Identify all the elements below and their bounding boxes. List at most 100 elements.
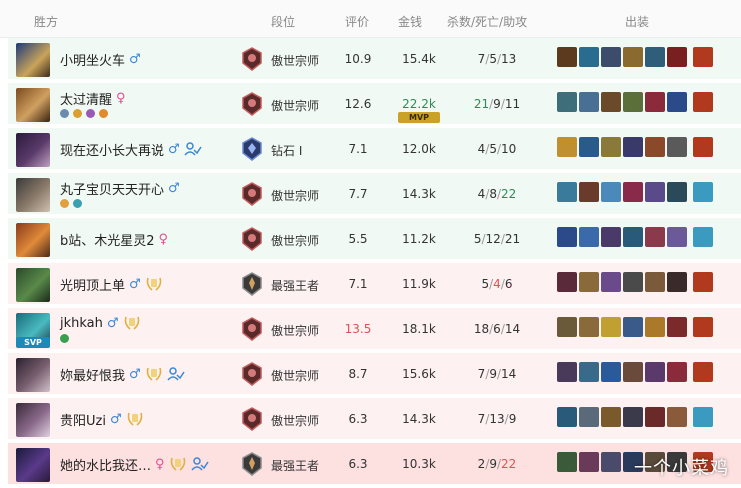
champion-avatar[interactable] — [16, 133, 50, 167]
champion-avatar[interactable] — [16, 403, 50, 437]
item-icon[interactable] — [579, 227, 599, 247]
challenger-emblem-icon — [242, 272, 262, 296]
item-icon[interactable] — [645, 182, 665, 202]
player-name[interactable]: 小明坐火车 — [60, 50, 125, 69]
item-icon[interactable] — [579, 92, 599, 112]
item-icon[interactable] — [557, 92, 577, 112]
champion-avatar[interactable] — [16, 178, 50, 212]
assists-value: 13 — [501, 52, 517, 66]
item-icon[interactable] — [601, 452, 621, 472]
item-icon[interactable] — [557, 452, 577, 472]
item-icon[interactable] — [623, 137, 643, 157]
item-icon[interactable] — [579, 182, 599, 202]
item-icon[interactable] — [557, 182, 577, 202]
item-icon[interactable] — [601, 317, 621, 337]
item-icon[interactable] — [579, 272, 599, 292]
player-name[interactable]: 她的水比我还… — [60, 455, 151, 474]
item-icon[interactable] — [645, 407, 665, 427]
player-row[interactable]: 丸子宝贝天天开心 ♂ 傲世宗师 7.7 14.3k 4/8/22 — [8, 173, 741, 216]
player-name[interactable]: 妳最好恨我 — [60, 365, 125, 384]
player-name[interactable]: 贵阳Uzi — [60, 410, 106, 429]
item-icon[interactable] — [645, 362, 665, 382]
item-icon[interactable] — [623, 47, 643, 67]
item-icon[interactable] — [667, 317, 687, 337]
player-name[interactable]: b站、木光星灵2 — [60, 230, 155, 249]
item-icon[interactable] — [623, 362, 643, 382]
item-icon[interactable] — [557, 317, 577, 337]
item-icon[interactable] — [667, 407, 687, 427]
item-icon[interactable] — [645, 92, 665, 112]
player-row[interactable]: MVP 太过清醒 ♀ 傲世宗师 12.6 22.2k 21/9/11 — [8, 83, 741, 126]
player-name[interactable]: 太过清醒 — [60, 89, 112, 108]
item-icon[interactable] — [623, 407, 643, 427]
trinket-icon[interactable] — [693, 272, 713, 292]
trinket-icon[interactable] — [693, 227, 713, 247]
champion-avatar[interactable] — [16, 448, 50, 482]
player-row[interactable]: SVP jkhkah ♂ 傲世宗师 13.5 18.1k 18/6/14 — [8, 308, 741, 351]
item-icon[interactable] — [601, 362, 621, 382]
item-icon[interactable] — [557, 362, 577, 382]
player-row[interactable]: 小明坐火车 ♂ 傲世宗师 10.9 15.4k 7/5/13 — [8, 38, 741, 81]
item-icon[interactable] — [645, 47, 665, 67]
trinket-icon[interactable] — [693, 47, 713, 67]
player-name[interactable]: jkhkah — [60, 316, 103, 331]
champion-avatar[interactable] — [16, 43, 50, 77]
trinket-icon[interactable] — [693, 137, 713, 157]
trinket-icon[interactable] — [693, 182, 713, 202]
trinket-icon[interactable] — [693, 317, 713, 337]
champion-avatar[interactable] — [16, 358, 50, 392]
item-icon[interactable] — [667, 92, 687, 112]
champion-avatar[interactable] — [16, 88, 50, 122]
item-icon[interactable] — [557, 407, 577, 427]
item-icon[interactable] — [645, 137, 665, 157]
item-icon[interactable] — [667, 362, 687, 382]
item-icon[interactable] — [601, 137, 621, 157]
player-row[interactable]: 光明顶上单 ♂ 最强王者 7.1 11.9k 5/4/6 — [8, 263, 741, 306]
item-icon[interactable] — [623, 272, 643, 292]
item-icon[interactable] — [667, 272, 687, 292]
item-icon[interactable] — [667, 227, 687, 247]
item-icon[interactable] — [601, 92, 621, 112]
item-icon[interactable] — [623, 227, 643, 247]
item-icon[interactable] — [667, 137, 687, 157]
item-icon[interactable] — [601, 227, 621, 247]
item-icon[interactable] — [557, 137, 577, 157]
item-icon[interactable] — [601, 182, 621, 202]
item-icon[interactable] — [579, 317, 599, 337]
item-icon[interactable] — [623, 317, 643, 337]
player-name[interactable]: 丸子宝贝天天开心 — [60, 179, 164, 198]
item-icon[interactable] — [579, 137, 599, 157]
player-row-highlighted[interactable]: 她的水比我还… ♀ 最强王者 6.3 10.3k 2/9/22 — [8, 443, 741, 486]
item-icon[interactable] — [579, 47, 599, 67]
female-icon: ♀ — [116, 90, 126, 106]
item-icon[interactable] — [557, 227, 577, 247]
item-icon[interactable] — [579, 452, 599, 472]
item-icon[interactable] — [601, 407, 621, 427]
trinket-icon[interactable] — [693, 362, 713, 382]
grandmaster-emblem-icon — [242, 317, 262, 341]
item-icon[interactable] — [557, 47, 577, 67]
player-name[interactable]: 光明顶上单 — [60, 275, 125, 294]
item-icon[interactable] — [579, 362, 599, 382]
item-icon[interactable] — [557, 272, 577, 292]
item-icon[interactable] — [601, 272, 621, 292]
player-name[interactable]: 现在还小长大再说 — [60, 140, 164, 159]
score-value: 7.1 — [348, 277, 368, 291]
item-icon[interactable] — [623, 92, 643, 112]
item-icon[interactable] — [623, 182, 643, 202]
champion-avatar[interactable] — [16, 223, 50, 257]
item-icon[interactable] — [645, 227, 665, 247]
item-icon[interactable] — [579, 407, 599, 427]
item-icon[interactable] — [601, 47, 621, 67]
player-row[interactable]: 妳最好恨我 ♂ 傲世宗师 8.7 15.6k 7/9/14 — [8, 353, 741, 396]
trinket-icon[interactable] — [693, 407, 713, 427]
item-icon[interactable] — [645, 272, 665, 292]
item-icon[interactable] — [667, 182, 687, 202]
item-icon[interactable] — [667, 47, 687, 67]
player-row[interactable]: 贵阳Uzi ♂ 傲世宗师 6.3 14.3k 7/13/9 — [8, 398, 741, 441]
player-row[interactable]: 现在还小长大再说 ♂ 钻石 Ⅰ 7.1 12.0k 4/5/10 — [8, 128, 741, 171]
trinket-icon[interactable] — [693, 92, 713, 112]
item-icon[interactable] — [645, 317, 665, 337]
champion-avatar[interactable] — [16, 268, 50, 302]
player-row[interactable]: b站、木光星灵2 ♀ 傲世宗师 5.5 11.2k 5/12/21 — [8, 218, 741, 261]
